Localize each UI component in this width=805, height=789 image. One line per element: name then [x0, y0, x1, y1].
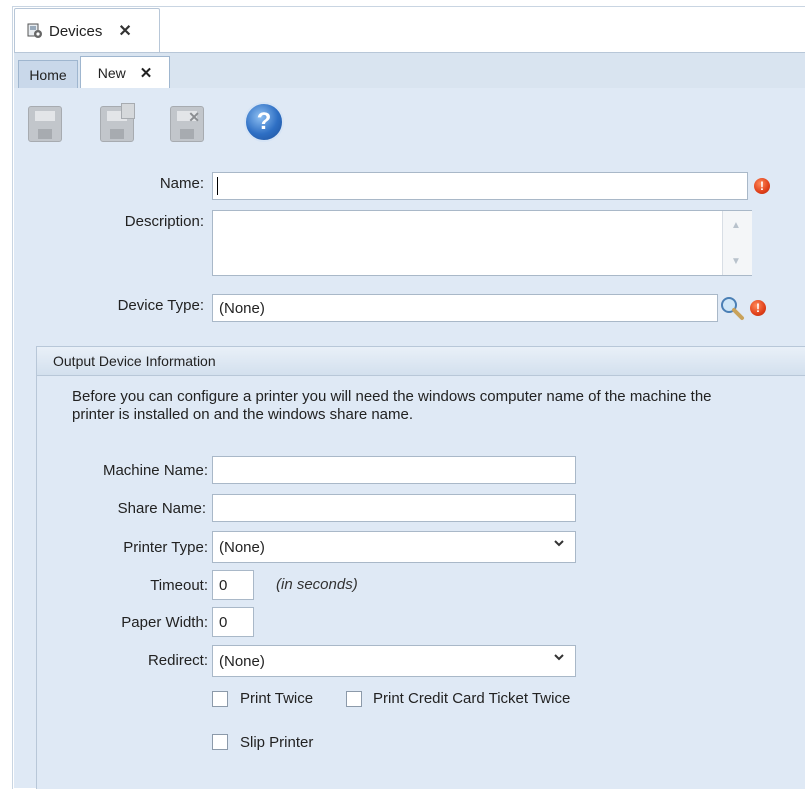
devices-window-tab[interactable]: Devices ✕	[14, 8, 160, 53]
help-icon: ?	[256, 108, 272, 135]
print-credit-card-twice-label: Print Credit Card Ticket Twice	[373, 690, 571, 707]
slip-printer-label: Slip Printer	[240, 734, 314, 751]
delete-button[interactable]: ✕	[166, 100, 208, 146]
description-label: Description:	[124, 213, 204, 230]
save-button[interactable]	[24, 100, 66, 146]
slip-printer-checkbox[interactable]	[212, 734, 228, 750]
chevron-down-icon	[553, 537, 565, 552]
error-icon: !	[750, 300, 766, 316]
close-icon[interactable]: ✕	[118, 21, 131, 41]
share-name-label: Share Name:	[117, 500, 206, 517]
output-device-group-header: Output Device Information	[36, 346, 805, 376]
tab-home[interactable]: Home	[18, 60, 78, 89]
redirect-value: (None)	[219, 652, 265, 670]
printer-type-label: Printer Type:	[123, 539, 208, 556]
device-type-label: Device Type:	[117, 297, 204, 314]
save-disk-icon	[28, 106, 62, 142]
save-new-disk-icon	[100, 103, 135, 142]
delete-disk-icon: ✕	[170, 106, 204, 142]
error-icon: !	[754, 178, 770, 194]
print-twice-label: Print Twice	[240, 690, 314, 707]
tab-new-label: New	[97, 65, 126, 81]
chevron-down-icon	[553, 651, 565, 666]
machine-name-input[interactable]	[212, 456, 576, 484]
save-new-button[interactable]	[96, 100, 138, 146]
print-credit-card-twice-checkbox[interactable]	[346, 691, 362, 707]
device-type-search-button[interactable]	[718, 294, 746, 322]
printer-type-select[interactable]: (None)	[212, 531, 576, 563]
paper-width-label: Paper Width:	[121, 614, 208, 631]
timeout-unit-label: (in seconds)	[276, 576, 358, 593]
machine-name-label: Machine Name:	[102, 462, 208, 479]
redirect-label: Redirect:	[147, 652, 208, 669]
close-icon[interactable]: ✕	[140, 64, 153, 82]
name-label: Name:	[159, 175, 204, 192]
printer-type-value: (None)	[219, 538, 265, 556]
redirect-select[interactable]: (None)	[212, 645, 576, 677]
timeout-label: Timeout:	[150, 577, 208, 594]
devices-tab-label: Devices	[49, 22, 103, 40]
search-icon	[721, 297, 744, 320]
group-title: Output Device Information	[53, 353, 216, 369]
share-name-input[interactable]	[212, 494, 576, 522]
scroll-up-icon[interactable]: ▲	[731, 220, 741, 231]
scroll-down-icon[interactable]: ▼	[731, 256, 741, 267]
text-cursor	[217, 177, 218, 195]
paper-width-input[interactable]: 0	[212, 607, 254, 637]
timeout-input[interactable]: 0	[212, 570, 254, 600]
description-textarea[interactable]	[212, 210, 752, 276]
printer-info-text: Before you can configure a printer you w…	[72, 388, 712, 423]
print-twice-checkbox[interactable]	[212, 691, 228, 707]
tab-new[interactable]: New ✕	[80, 56, 170, 89]
name-input[interactable]	[212, 172, 748, 200]
tab-home-label: Home	[29, 67, 67, 83]
devices-icon	[27, 23, 43, 39]
device-type-input[interactable]: (None)	[212, 294, 718, 322]
help-button[interactable]: ?	[244, 102, 284, 142]
